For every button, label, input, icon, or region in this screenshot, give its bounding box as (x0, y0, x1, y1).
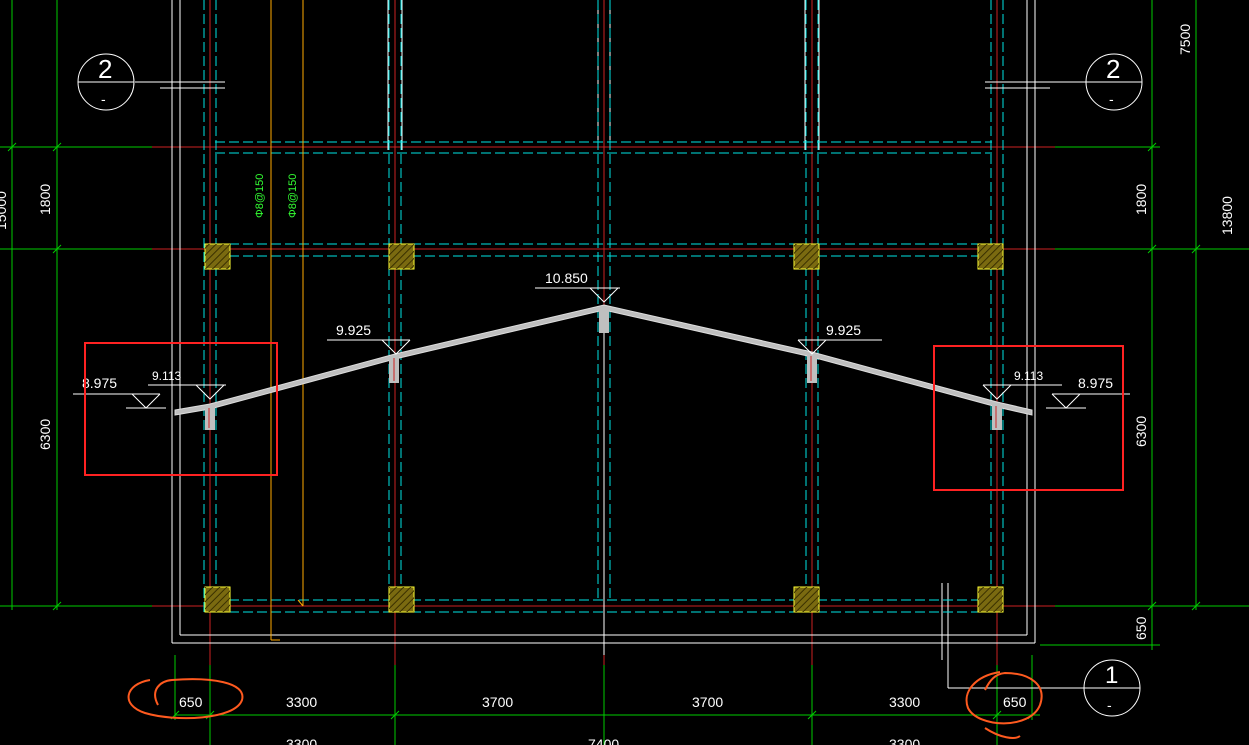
dim-bottom-3300-left: 3300 (286, 694, 317, 710)
column (204, 243, 231, 270)
dim-right-7500: 7500 (1177, 24, 1193, 55)
elevation-left-eave-outer: 8.975 (82, 375, 117, 391)
section-number: 2 (98, 54, 112, 84)
column (977, 243, 1004, 270)
beam-stub (599, 307, 609, 333)
column (793, 586, 820, 613)
elevation-right-mid: 9.925 (826, 322, 861, 338)
rebar-lines (270, 0, 304, 641)
dim-bottom2-7400: 7400 (588, 736, 619, 745)
elevation-right-eave-inner: 9.113 (1014, 369, 1043, 383)
dim-left-6300: 6300 (37, 419, 53, 450)
section-mark-top-right[interactable]: 2 - (985, 53, 1143, 111)
section-mark-top-left[interactable]: 2 - (77, 53, 225, 111)
dim-bottom-3300-right: 3300 (889, 694, 920, 710)
dim-bottom2-3300-left: 3300 (286, 736, 317, 745)
section-sub: - (101, 91, 106, 107)
beam-stub (205, 406, 215, 430)
dim-right-650: 650 (1133, 616, 1149, 640)
dim-bottom-650-right: 650 (1003, 694, 1027, 710)
dim-right-1800: 1800 (1133, 184, 1149, 215)
elevation-right-eave-outer: 8.975 (1078, 375, 1113, 391)
section-sub: - (1109, 91, 1114, 107)
dim-bottom-650-left: 650 (179, 694, 203, 710)
rebar-notes: Φ8@150 Φ8@150 (254, 174, 299, 218)
dim-right-6300: 6300 (1133, 416, 1149, 447)
beam-stub (992, 404, 1002, 430)
elevation-left-mid: 9.925 (336, 322, 371, 338)
dim-left-15000: 15000 (0, 191, 9, 230)
dim-bottom-3700-right: 3700 (692, 694, 723, 710)
dimension-labels-left: 1800 6300 15000 (0, 184, 53, 450)
dimension-grid (0, 0, 1249, 745)
section-number: 1 (1105, 662, 1118, 689)
column (977, 586, 1004, 613)
rebar-note-1: Φ8@150 (254, 174, 266, 218)
wall-outline (171, 0, 1085, 689)
dimension-labels-right: 7500 1800 6300 13800 650 (1133, 24, 1235, 640)
dim-bottom-3700-left: 3700 (482, 694, 513, 710)
column (388, 243, 415, 270)
elevation-ridge: 10.850 (545, 270, 588, 286)
section-sub: - (1107, 697, 1112, 713)
rebar-note-2: Φ8@150 (287, 174, 299, 218)
column (204, 586, 231, 613)
dim-left-1800: 1800 (37, 184, 53, 215)
elevation-left-eave-inner: 9.113 (152, 369, 181, 383)
column (388, 586, 415, 613)
section-mark-bottom-right[interactable]: 1 - (1083, 659, 1141, 717)
cad-drawing-canvas[interactable]: Φ8@150 Φ8@150 10.850 9.925 9.925 9.113 8… (0, 0, 1249, 745)
beam-stub (807, 354, 817, 383)
section-number: 2 (1106, 54, 1120, 84)
highlight-box-right (933, 345, 1124, 491)
column (793, 243, 820, 270)
dim-right-13800: 13800 (1219, 196, 1235, 235)
dimension-labels-bottom: 650 3300 3700 3700 3300 650 3300 7400 33… (179, 694, 1027, 745)
dim-bottom2-3300-right: 3300 (889, 736, 920, 745)
